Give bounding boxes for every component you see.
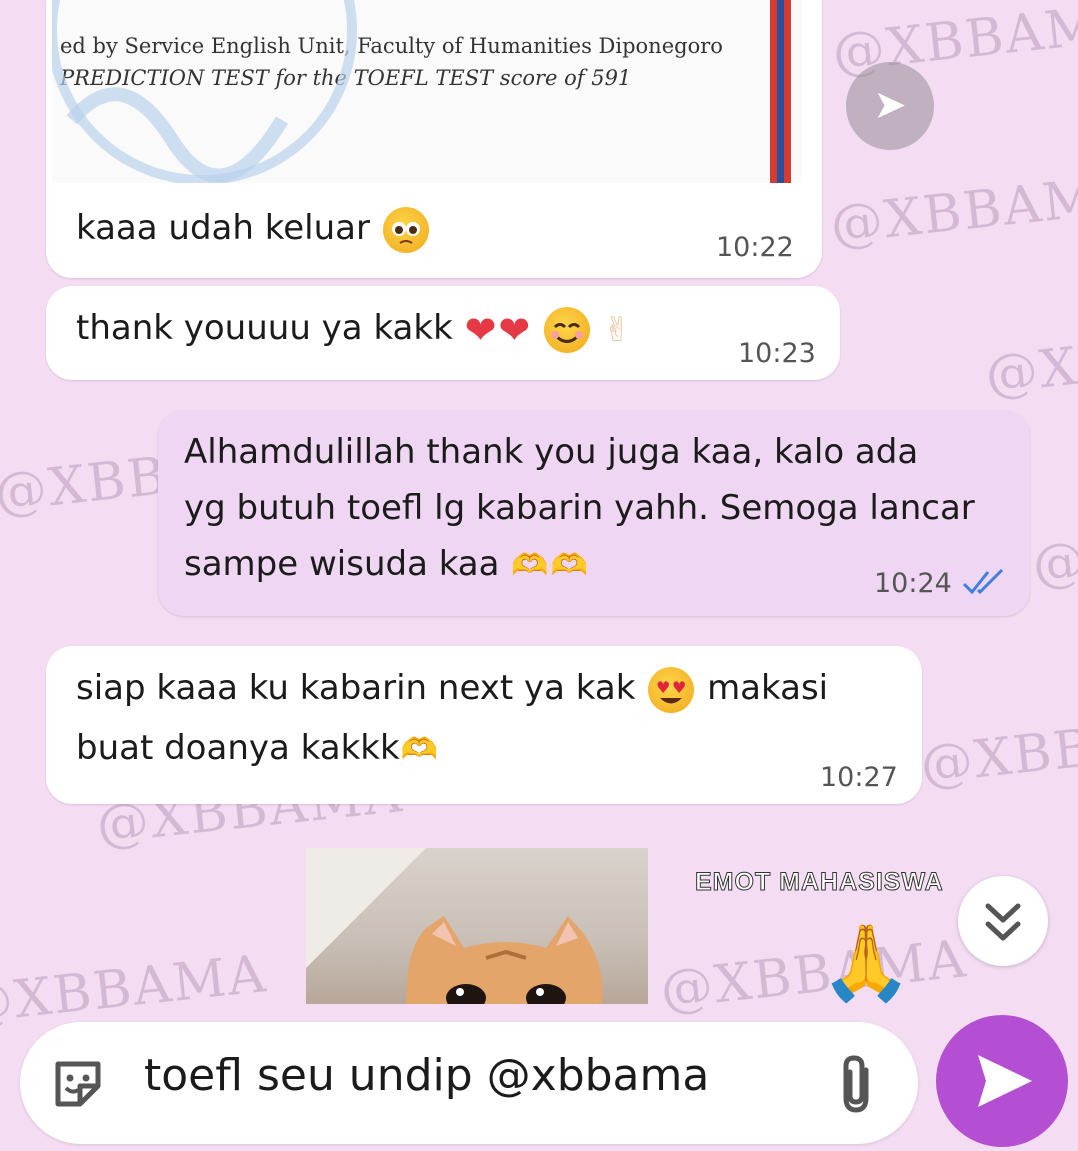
- svg-text:♥: ♥: [656, 678, 670, 697]
- message-text: yg butuh toefl lg kabarin yahh. Semoga l…: [184, 488, 975, 528]
- heart-hands-emoji: 🫶: [400, 731, 438, 767]
- watermark: @XBBAMA: [657, 929, 971, 1021]
- cat-illustration: [306, 848, 603, 1004]
- sticker-caption: EMOT MAHASISWA: [695, 868, 944, 897]
- svg-text:♥: ♥: [672, 678, 686, 697]
- certificate-ribbon: [777, 0, 784, 183]
- pleading-face-emoji: [382, 206, 429, 253]
- forward-icon: ➤: [873, 82, 907, 128]
- praying-hands-emoji: 🙏: [820, 920, 913, 1006]
- watermark: @XBBAMA: [917, 704, 1078, 796]
- sticker-icon[interactable]: [50, 1056, 106, 1112]
- message-time: 10:27: [820, 762, 898, 793]
- certificate-seal-graphic: [52, 0, 357, 183]
- message-text: buat doanya kakkk🫶: [76, 720, 439, 778]
- heart-hands-emoji: 🫶: [511, 547, 549, 583]
- attach-icon[interactable]: [832, 1052, 882, 1116]
- smiling-face-emoji: [544, 306, 591, 353]
- certificate-ribbon: [770, 0, 777, 183]
- message-text: Alhamdulillah thank you juga kaa, kalo a…: [184, 432, 919, 472]
- crossed-fingers-emoji: ✌: [602, 309, 632, 350]
- message-text: sampe wisuda kaa 🫶🫶: [184, 536, 589, 594]
- cat-sticker-image[interactable]: [306, 848, 648, 1004]
- send-icon: [978, 1055, 1032, 1107]
- send-button[interactable]: [936, 1015, 1068, 1147]
- message-time: 10:22: [716, 232, 794, 263]
- watermark: @XBBAMA: [1029, 504, 1078, 596]
- heart-hands-emoji: 🫶: [550, 547, 589, 583]
- heart-eyes-emoji: ♥ ♥: [648, 666, 695, 713]
- message-time: 10:23: [738, 338, 816, 369]
- certificate-ribbon: [784, 0, 791, 183]
- message-text: siap kaaa ku kabarin next ya kak ♥ ♥ maka…: [76, 660, 828, 716]
- beating-heart-emoji: ❤: [464, 307, 497, 352]
- message-input[interactable]: toefl seu undip @xbbama: [144, 1050, 709, 1101]
- read-receipt-icon: [962, 568, 1004, 595]
- watermark: @XBBAMA: [827, 164, 1078, 256]
- scroll-to-bottom-button[interactable]: [958, 876, 1048, 966]
- forward-button[interactable]: ➤: [846, 62, 934, 150]
- message-input-bar[interactable]: toefl seu undip @xbbama: [20, 1022, 918, 1144]
- watermark: @XBBAMA: [982, 314, 1078, 406]
- message-text: thank youuuu ya kakk ❤❤ ✌: [76, 300, 631, 358]
- message-time: 10:24: [874, 568, 952, 599]
- message-text: kaaa udah keluar: [76, 200, 431, 256]
- beating-heart-emoji: ❤: [498, 307, 531, 352]
- certificate-image[interactable]: ed by Service English Unit, Faculty of H…: [52, 0, 802, 183]
- chevron-double-down-icon: [985, 903, 1021, 941]
